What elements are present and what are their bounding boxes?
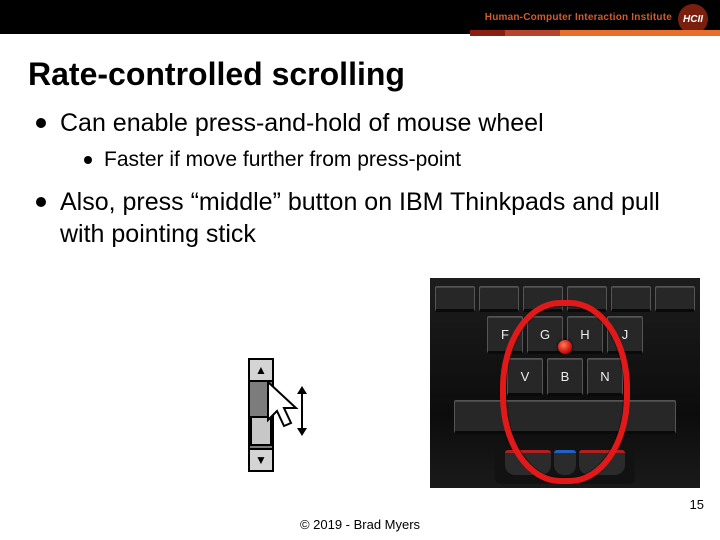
slide-number: 15 <box>690 497 704 512</box>
brand-text: Human-Computer Interaction Institute <box>485 12 672 23</box>
bullet-1-sub-1-text: Faster if move further from press-point <box>104 148 461 171</box>
slide-body: Rate-controlled scrolling Can enable pre… <box>0 34 720 251</box>
bullet-1-text: Can enable press-and-hold of mouse wheel <box>60 109 544 137</box>
header-bar: Human-Computer Interaction Institute HCI… <box>0 0 720 34</box>
bullet-1-sub-1: Faster if move further from press-point <box>82 146 692 174</box>
bullet-2: Also, press “middle” button on IBM Think… <box>34 186 692 251</box>
copyright: © 2019 - Brad Myers <box>0 517 720 532</box>
highlight-ellipse-icon <box>500 300 630 484</box>
scroll-up-arrow-icon: ▲ <box>250 360 272 382</box>
panning-cursor-icon <box>266 380 310 440</box>
accent-stripe <box>470 30 720 36</box>
scroll-down-arrow-icon: ▼ <box>250 448 272 470</box>
brand: Human-Computer Interaction Institute HCI… <box>485 6 708 28</box>
bullet-list: Can enable press-and-hold of mouse wheel… <box>28 107 692 251</box>
scrollbar-cursor-illustration-icon: ▲ ▼ <box>248 358 314 468</box>
thinkpad-photo: F G H J V B N <box>430 278 700 488</box>
bullet-1: Can enable press-and-hold of mouse wheel… <box>34 107 692 178</box>
bullet-2-text: Also, press “middle” button on IBM Think… <box>60 188 660 249</box>
slide-title: Rate-controlled scrolling <box>28 56 692 93</box>
